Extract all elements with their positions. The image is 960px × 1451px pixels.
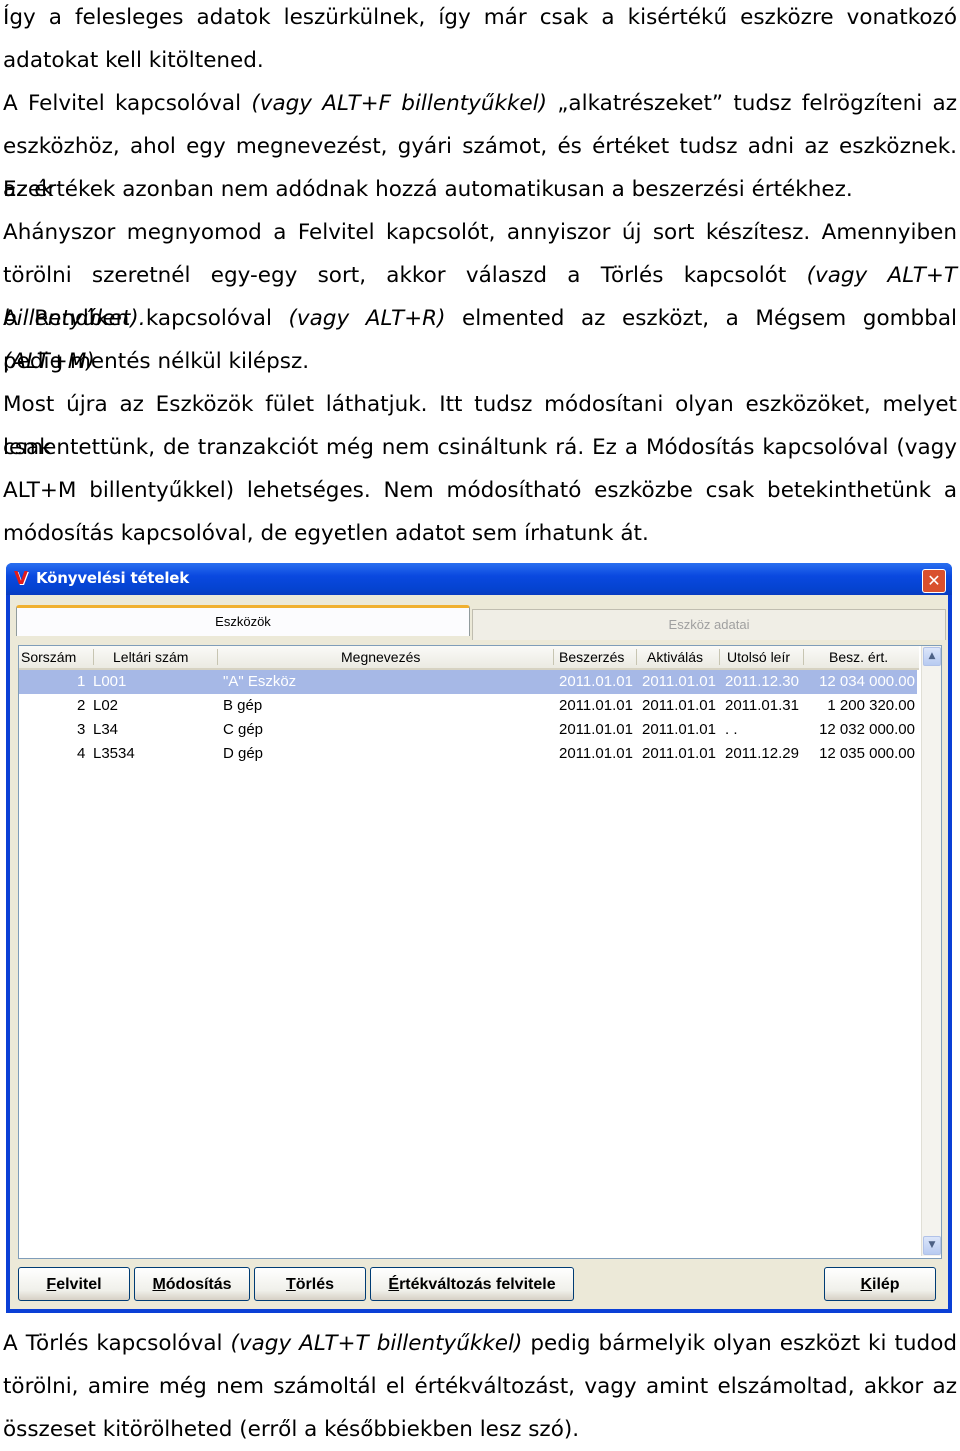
cell-sorszam: 3 (77, 721, 86, 738)
text-span: elmented az eszközt, a Mégsem gombbal (445, 306, 957, 331)
cell-utolso-leir: . . (725, 721, 738, 738)
app-logo-icon: V (14, 568, 28, 589)
table-row[interactable]: 3 L34 C gép 2011.01.01 2011.01.01 . . 12… (19, 718, 917, 742)
text-italic: (vagy ALT+F billentyűkkel) (251, 91, 547, 116)
column-header-leltari-szam[interactable]: Leltári szám (113, 649, 188, 665)
konyvelesi-tetelek-window: V Könyvelési tételek ✕ Eszközök Eszköz a… (6, 563, 952, 1313)
cell-aktivalas: 2011.01.01 (642, 721, 716, 738)
column-divider[interactable] (217, 649, 218, 665)
close-button[interactable]: ✕ (922, 569, 946, 593)
asset-grid: Sorszám Leltári szám Megnevezés Beszerzé… (18, 645, 942, 1259)
text-span: „alkatrészeket” tudsz felrögzíteni az (547, 91, 957, 116)
cell-besz-ert: 12 034 000.00 (819, 673, 915, 690)
button-label: elvitel (56, 1276, 102, 1293)
chevron-down-icon: ▼ (928, 1240, 936, 1250)
cell-beszerzes: 2011.01.01 (559, 721, 633, 738)
cell-besz-ert: 1 200 320.00 (827, 697, 915, 714)
scroll-down-button[interactable]: ▼ (923, 1236, 941, 1255)
modositas-button[interactable]: Módosítás (134, 1267, 250, 1301)
felvitel-button[interactable]: Felvitel (18, 1267, 130, 1301)
kilep-button[interactable]: Kilép (824, 1267, 936, 1301)
paragraph-line: Így a felesleges adatok leszürkülnek, íg… (3, 5, 957, 30)
paragraph-line: pedig mentés nélkül kilépsz. (3, 349, 310, 374)
paragraph-line: ALT+M billentyűkkel) lehetséges. Nem mód… (3, 478, 957, 503)
cell-aktivalas: 2011.01.01 (642, 673, 716, 690)
text-span: A Törlés kapcsolóval (3, 1331, 231, 1356)
cell-beszerzes: 2011.01.01 (559, 697, 633, 714)
button-label: ilép (872, 1276, 900, 1293)
paragraph-line: adatokat kell kitöltened. (3, 48, 264, 73)
access-key: F (46, 1276, 57, 1293)
column-header-megnevezes[interactable]: Megnevezés (341, 649, 420, 665)
cell-utolso-leir: 2011.01.31 (725, 697, 799, 714)
access-key: M (152, 1276, 166, 1293)
torles-button[interactable]: Törlés (254, 1267, 366, 1301)
paragraph-line: A Felvitel kapcsolóval (vagy ALT+F bille… (3, 82, 957, 125)
cell-besz-ert: 12 032 000.00 (819, 721, 915, 738)
table-row[interactable]: 2 L02 B gép 2011.01.01 2011.01.01 2011.0… (19, 694, 917, 718)
cell-megnevezes: D gép (223, 745, 264, 762)
table-row[interactable]: 1 L001 "A" Eszköz 2011.01.01 2011.01.01 … (19, 670, 917, 694)
window-client: Eszközök Eszköz adatai Sorszám Leltári s… (10, 595, 948, 1309)
scroll-up-button[interactable]: ▲ (923, 647, 941, 666)
access-key: É (388, 1276, 400, 1293)
button-label: rtékváltozás felvitele (399, 1276, 556, 1293)
close-icon: ✕ (927, 571, 941, 590)
chevron-up-icon: ▲ (928, 651, 936, 661)
paragraph-line: lementettünk, de tranzakciót még nem csi… (3, 435, 957, 460)
cell-leltari-szam: L02 (93, 697, 119, 714)
cell-utolso-leir: 2011.12.30 (725, 673, 799, 690)
cell-besz-ert: 12 035 000.00 (819, 745, 915, 762)
cell-sorszam: 4 (77, 745, 86, 762)
cell-utolso-leir: 2011.12.29 (725, 745, 799, 762)
column-divider[interactable] (719, 649, 720, 665)
cell-megnevezes: "A" Eszköz (223, 673, 297, 690)
cell-leltari-szam: L3534 (93, 745, 135, 762)
text-italic: (vagy ALT+R) (288, 306, 446, 331)
column-divider[interactable] (93, 649, 94, 665)
cell-leltari-szam: L001 (93, 673, 127, 690)
cell-aktivalas: 2011.01.01 (642, 697, 716, 714)
button-label: örlés (295, 1276, 335, 1293)
button-label: ódosítás (165, 1276, 232, 1293)
cell-sorszam: 1 (77, 673, 86, 690)
column-divider[interactable] (803, 649, 804, 665)
paragraph-line: A Törlés kapcsolóval (vagy ALT+T billent… (3, 1322, 957, 1365)
table-row[interactable]: 4 L3534 D gép 2011.01.01 2011.01.01 2011… (19, 742, 917, 766)
column-header-besz-ert[interactable]: Besz. ért. (829, 649, 888, 665)
paragraph-line: összeset kitörölheted (erről a későbbiek… (3, 1417, 580, 1442)
column-header-beszerzes[interactable]: Beszerzés (559, 649, 624, 665)
tab-eszkoz-adatai[interactable]: Eszköz adatai (472, 609, 946, 640)
access-key: T (285, 1276, 296, 1293)
paragraph-line: Ahányszor megnyomod a Felvitel kapcsolót… (3, 220, 957, 245)
button-bar: Felvitel Módosítás Törlés Értékváltozás … (10, 1263, 948, 1305)
tab-eszkozok[interactable]: Eszközök (16, 605, 470, 636)
cell-beszerzes: 2011.01.01 (559, 673, 633, 690)
column-divider[interactable] (636, 649, 637, 665)
text-italic: (vagy ALT+T billentyűkkel) (230, 1331, 523, 1356)
cell-aktivalas: 2011.01.01 (642, 745, 716, 762)
grid-header: Sorszám Leltári szám Megnevezés Beszerzé… (19, 646, 919, 670)
column-header-utolso-leir[interactable]: Utolsó leír (727, 649, 790, 665)
cell-sorszam: 2 (77, 697, 86, 714)
column-header-sorszam[interactable]: Sorszám (21, 649, 76, 665)
paragraph-line: törölni, amire még nem számoltál el érté… (3, 1374, 957, 1399)
ertekvaltozas-felvitele-button[interactable]: Értékváltozás felvitele (370, 1267, 574, 1301)
text-span: A Felvitel kapcsolóval (3, 91, 252, 116)
text-span: A Rendben kapcsolóval (3, 306, 289, 331)
column-divider[interactable] (553, 649, 554, 665)
paragraph-line: az értékek azonban nem adódnak hozzá aut… (3, 177, 853, 202)
column-header-aktivalas[interactable]: Aktiválás (647, 649, 703, 665)
vertical-scrollbar[interactable]: ▲ ▼ (921, 646, 941, 1256)
paragraph-line: módosítás kapcsolóval, de egyetlen adato… (3, 521, 649, 546)
cell-megnevezes: B gép (223, 697, 263, 714)
access-key: K (860, 1276, 872, 1293)
text-span: törölni szeretnél egy-egy sort, akkor vá… (3, 263, 807, 288)
text-span: pedig bármelyik olyan eszközt ki tudod (522, 1331, 957, 1356)
window-titlebar[interactable]: V Könyvelési tételek ✕ (6, 563, 952, 595)
cell-leltari-szam: L34 (93, 721, 119, 738)
cell-beszerzes: 2011.01.01 (559, 745, 633, 762)
window-title: Könyvelési tételek (36, 569, 190, 587)
cell-megnevezes: C gép (223, 721, 264, 738)
